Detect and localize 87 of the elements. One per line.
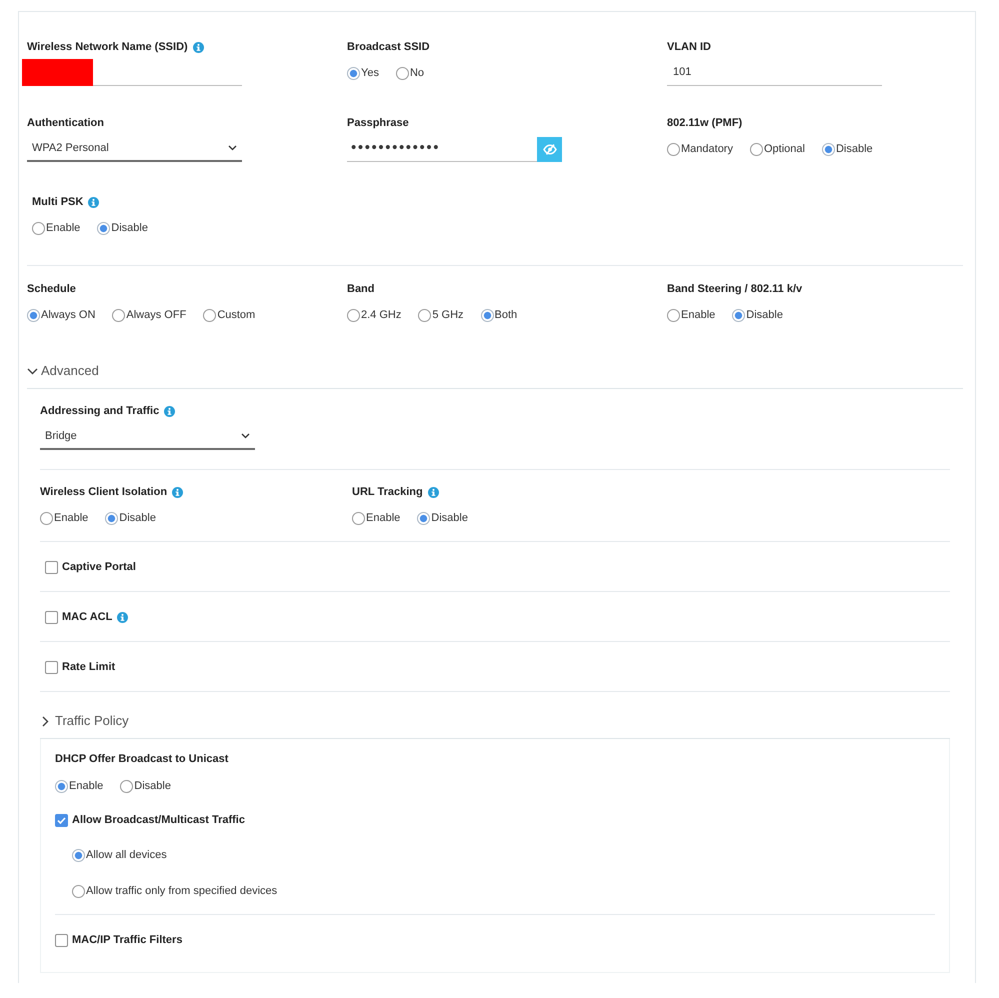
text-field[interactable]: 101	[667, 59, 882, 86]
field-label: VLAN ID	[667, 40, 711, 55]
checkbox[interactable]	[55, 814, 68, 826]
radio-button[interactable]	[396, 66, 409, 80]
radio-label[interactable]: No	[410, 65, 424, 81]
checkbox-label[interactable]: Rate Limit	[62, 659, 116, 675]
info-icon[interactable]	[88, 196, 100, 208]
radio-button[interactable]	[347, 308, 360, 322]
text-field[interactable]	[22, 59, 242, 86]
radio-label[interactable]: Allow all devices	[86, 847, 167, 863]
field-label: Band	[347, 282, 374, 297]
caret-icon	[241, 432, 250, 438]
radio-label[interactable]: Disable	[134, 778, 171, 794]
field-label: Schedule	[27, 282, 76, 297]
field-label: Wireless Client Isolation	[40, 485, 168, 500]
radio-label[interactable]: Both	[494, 307, 518, 323]
radio-button[interactable]	[667, 142, 680, 156]
radio-button[interactable]	[480, 308, 494, 322]
checkbox-label[interactable]: MAC/IP Traffic Filters	[72, 932, 182, 948]
radio-button[interactable]	[112, 308, 126, 322]
radio-label[interactable]: Allow traffic only from specified devices	[86, 883, 278, 899]
radio-button[interactable]	[417, 512, 430, 524]
show-password-button[interactable]	[537, 137, 562, 162]
radio-button[interactable]	[822, 142, 835, 156]
radio-button[interactable]	[32, 222, 45, 234]
radio-label[interactable]: Disable	[836, 141, 873, 157]
radio-button[interactable]	[203, 308, 216, 322]
field-label: Multi PSK	[32, 195, 84, 210]
radio-label[interactable]: Enable	[54, 510, 88, 526]
radio-button[interactable]	[40, 512, 53, 524]
radio-button[interactable]	[72, 848, 85, 862]
radio-label[interactable]: Disable	[746, 307, 783, 323]
radio-label[interactable]: Enable	[69, 778, 104, 794]
radio-label[interactable]: Disable	[119, 510, 156, 526]
radio-button[interactable]	[750, 142, 763, 156]
radio-button[interactable]	[120, 780, 134, 792]
info-icon[interactable]	[172, 486, 184, 498]
radio-label[interactable]: 2.4 GHz	[361, 307, 402, 323]
checkbox[interactable]	[45, 560, 58, 574]
field-label: Passphrase	[347, 116, 409, 131]
radio-label[interactable]: Always ON	[41, 307, 96, 323]
radio-label[interactable]: Optional	[764, 141, 805, 157]
radio-button[interactable]	[27, 308, 40, 322]
eye-slash-icon	[542, 144, 556, 155]
checkbox[interactable]	[55, 934, 68, 946]
radio-button[interactable]	[667, 308, 680, 322]
radio-label[interactable]: Enable	[46, 220, 80, 236]
field-label: Band Steering / 802.11 k/v	[667, 282, 802, 297]
field-label: URL Tracking	[352, 485, 423, 500]
radio-label[interactable]: Always OFF	[126, 307, 186, 323]
checkbox[interactable]	[45, 610, 58, 624]
dropdown-field[interactable]: Bridge	[40, 423, 255, 450]
radio-label[interactable]: Custom	[217, 307, 256, 323]
radio-button[interactable]	[55, 780, 68, 792]
radio-button[interactable]	[732, 308, 746, 322]
field-label: Authentication	[27, 116, 104, 131]
info-icon[interactable]	[192, 42, 204, 52]
radio-button[interactable]	[97, 222, 110, 234]
radio-label[interactable]: Disable	[111, 220, 148, 236]
info-icon[interactable]	[117, 612, 128, 622]
section-toggle[interactable]: Advanced	[27, 362, 99, 380]
checkmark-icon	[57, 816, 66, 824]
checkbox[interactable]	[45, 660, 58, 674]
field-label: Addressing and Traffic	[40, 404, 160, 419]
info-icon[interactable]	[164, 406, 176, 416]
radio-label[interactable]: Yes	[361, 65, 379, 81]
radio-button[interactable]	[347, 66, 360, 80]
field-label: DHCP Offer Broadcast to Unicast	[55, 752, 228, 767]
section-toggle[interactable]: Traffic Policy	[40, 712, 129, 730]
radio-button[interactable]	[418, 308, 432, 322]
radio-button[interactable]	[72, 884, 85, 898]
info-icon[interactable]	[428, 486, 439, 498]
radio-label[interactable]: 5 GHz	[432, 307, 464, 323]
radio-button[interactable]	[352, 512, 365, 524]
field-label: Wireless Network Name (SSID)	[27, 40, 188, 55]
radio-button[interactable]	[105, 512, 118, 524]
radio-label[interactable]: Enable	[681, 307, 716, 323]
caret-icon	[228, 144, 237, 150]
field-label: 802.11w (PMF)	[667, 116, 742, 131]
checkbox-label[interactable]: MAC ACL	[62, 609, 112, 625]
checkbox-label[interactable]: Captive Portal	[62, 559, 136, 575]
radio-label[interactable]: Disable	[431, 510, 468, 526]
radio-label[interactable]: Mandatory	[681, 141, 733, 157]
dropdown-field[interactable]: WPA2 Personal	[27, 135, 242, 162]
field-label: Broadcast SSID	[347, 40, 430, 55]
radio-label[interactable]: Enable	[366, 510, 400, 526]
checkbox-label[interactable]: Allow Broadcast/Multicast Traffic	[72, 812, 245, 828]
